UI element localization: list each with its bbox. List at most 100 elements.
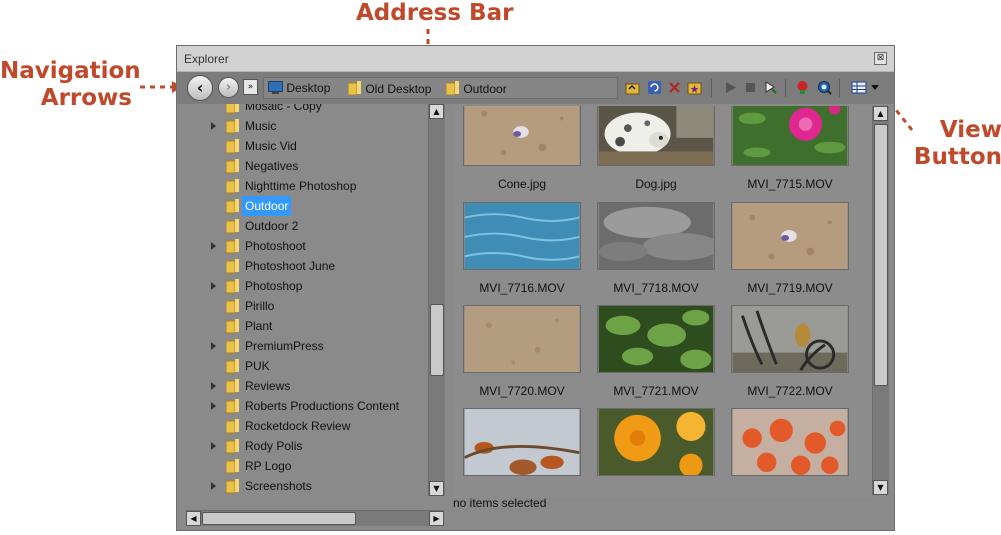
tree-item-label: Outdoor 2 bbox=[245, 219, 299, 233]
tree-item[interactable]: Negatives bbox=[186, 156, 436, 176]
thumbnail-caption: MVI_7719.MOV bbox=[747, 281, 833, 295]
refresh-icon[interactable] bbox=[647, 80, 662, 95]
tree-item-label: Photoshoot bbox=[245, 239, 306, 253]
tree-item[interactable]: Photoshop bbox=[186, 276, 436, 296]
grid-scroll-down-button[interactable]: ▼ bbox=[873, 480, 888, 495]
forward-button[interactable]: › bbox=[218, 77, 239, 98]
expand-arrow-icon[interactable] bbox=[211, 382, 216, 390]
expand-arrow-icon[interactable] bbox=[211, 342, 216, 350]
favorite-folder-icon[interactable] bbox=[687, 80, 702, 95]
tree-item[interactable]: Rody Polis bbox=[186, 436, 436, 456]
folder-tree: Mosaic - Copy Music Music Vid Negatives Nigh… bbox=[186, 104, 445, 496]
tree-item[interactable]: Mosaic - Copy bbox=[186, 104, 436, 116]
tree-item-label: Screenshots bbox=[245, 479, 312, 493]
tree-item-label: RP Logo bbox=[245, 459, 292, 473]
scroll-right-button[interactable]: ▶ bbox=[429, 511, 444, 526]
thumbnail-caption: Dog.jpg bbox=[635, 177, 677, 191]
tree-item[interactable]: Outdoor bbox=[186, 196, 436, 216]
horizontal-scroll-thumb[interactable] bbox=[202, 512, 356, 525]
close-button[interactable]: ⊠ bbox=[874, 52, 887, 65]
thumbnail-image bbox=[463, 408, 581, 476]
delete-icon[interactable] bbox=[667, 80, 682, 95]
tree-item[interactable]: Photoshoot bbox=[186, 236, 436, 256]
scroll-left-button[interactable]: ◀ bbox=[186, 511, 201, 526]
tree-item[interactable]: Rocketdock Review bbox=[186, 416, 436, 436]
tree-item-label: Mosaic - Copy bbox=[245, 104, 322, 113]
tree-item[interactable]: Music Vid bbox=[186, 136, 436, 156]
grid-vertical-scrollbar[interactable]: ▲ ▼ bbox=[872, 106, 889, 495]
expand-arrow-icon[interactable] bbox=[211, 402, 216, 410]
thumbnail-item[interactable]: MVI_7715.MOV bbox=[731, 106, 849, 191]
thumbnail-item[interactable]: MVI_7716.MOV bbox=[463, 202, 581, 295]
folder-icon bbox=[446, 81, 459, 95]
expand-arrow-icon[interactable] bbox=[211, 482, 216, 490]
record-icon[interactable] bbox=[795, 80, 810, 95]
play-icon[interactable] bbox=[723, 80, 738, 95]
view-annotation-line2: Button bbox=[913, 144, 1001, 170]
desktop-icon bbox=[268, 81, 283, 94]
tree-vertical-scrollbar[interactable]: ▲ ▼ bbox=[428, 104, 445, 496]
thumbnail-item[interactable]: MVI_7722.MOV bbox=[731, 305, 849, 398]
grid-scroll-up-button[interactable]: ▲ bbox=[873, 106, 888, 121]
tree-horizontal-scrollbar[interactable]: ◀ ▶ bbox=[186, 510, 444, 526]
tree-item[interactable]: Plant bbox=[186, 316, 436, 336]
tree-item[interactable]: Screenshots bbox=[186, 476, 436, 496]
breadcrumb-old-desktop[interactable]: Old Desktop bbox=[348, 81, 431, 96]
stop-icon[interactable] bbox=[743, 80, 758, 95]
expand-arrow-icon[interactable] bbox=[211, 122, 216, 130]
tree-item[interactable]: RP Logo bbox=[186, 456, 436, 476]
thumbnail-item[interactable]: Cone.jpg bbox=[463, 106, 581, 191]
folder-icon bbox=[348, 81, 361, 95]
tree-item[interactable]: Nighttime Photoshop bbox=[186, 176, 436, 196]
thumbnail-item[interactable]: MVI_7718.MOV bbox=[597, 202, 721, 295]
toolbar-separator bbox=[839, 79, 840, 97]
thumbnail-item[interactable]: Dog.jpg bbox=[597, 106, 715, 191]
grid-scroll-thumb[interactable] bbox=[874, 124, 888, 386]
thumbnail-item[interactable] bbox=[731, 408, 849, 487]
thumbnail-image bbox=[463, 202, 581, 270]
view-button[interactable] bbox=[851, 80, 881, 95]
thumbnail-item[interactable]: MVI_7721.MOV bbox=[597, 305, 715, 398]
tree-item-label: Photoshoot June bbox=[245, 259, 336, 273]
scroll-thumb[interactable] bbox=[430, 304, 444, 376]
search-icon[interactable] bbox=[817, 80, 832, 95]
history-dropdown-button[interactable]: » bbox=[243, 79, 258, 95]
thumbnail-item[interactable] bbox=[597, 408, 715, 487]
thumbnail-item[interactable]: MVI_7719.MOV bbox=[731, 202, 849, 295]
thumbnail-image bbox=[597, 408, 715, 477]
back-button[interactable]: ‹ bbox=[187, 75, 213, 101]
folder-icon bbox=[226, 219, 239, 234]
tree-item[interactable]: PremiumPress bbox=[186, 336, 436, 356]
tree-item[interactable]: Photoshoot June bbox=[186, 256, 436, 276]
folder-icon bbox=[226, 259, 239, 274]
thumbnail-item[interactable] bbox=[463, 408, 581, 487]
tree-item[interactable]: PUK bbox=[186, 356, 436, 376]
scroll-down-button[interactable]: ▼ bbox=[429, 481, 444, 496]
auto-preview-icon[interactable] bbox=[763, 80, 778, 95]
tree-item[interactable]: Pirillo bbox=[186, 296, 436, 316]
toolbar-separator bbox=[785, 79, 786, 97]
folder-icon bbox=[226, 479, 239, 494]
tree-item[interactable]: Roberts Productions Content bbox=[186, 396, 436, 416]
tree-item-label: Outdoor bbox=[242, 196, 292, 216]
thumbnail-item[interactable]: MVI_7720.MOV bbox=[463, 305, 581, 398]
address-bar[interactable]: Desktop Old Desktop Outdoor bbox=[263, 77, 618, 99]
toolbar: ‹ › » Desktop Old Desktop Outdoor bbox=[177, 72, 894, 104]
thumbnail-caption: Cone.jpg bbox=[497, 177, 547, 191]
tree-item[interactable]: Outdoor 2 bbox=[186, 216, 436, 236]
scroll-up-button[interactable]: ▲ bbox=[429, 104, 444, 119]
breadcrumb-label: Old Desktop bbox=[365, 82, 432, 96]
expand-arrow-icon[interactable] bbox=[211, 242, 216, 250]
expand-arrow-icon[interactable] bbox=[211, 442, 216, 450]
tree-item[interactable]: Music bbox=[186, 116, 436, 136]
breadcrumb-outdoor[interactable]: Outdoor bbox=[446, 81, 507, 96]
thumbnail-image bbox=[597, 202, 721, 270]
up-folder-icon[interactable] bbox=[625, 80, 640, 95]
breadcrumb-desktop[interactable]: Desktop bbox=[268, 81, 330, 95]
expand-arrow-icon[interactable] bbox=[211, 282, 216, 290]
tree-item[interactable]: Reviews bbox=[186, 376, 436, 396]
thumbnail-image bbox=[731, 202, 849, 270]
thumbnail-image bbox=[731, 305, 849, 373]
breadcrumb-label: Outdoor bbox=[463, 82, 507, 96]
folder-icon bbox=[226, 359, 239, 374]
